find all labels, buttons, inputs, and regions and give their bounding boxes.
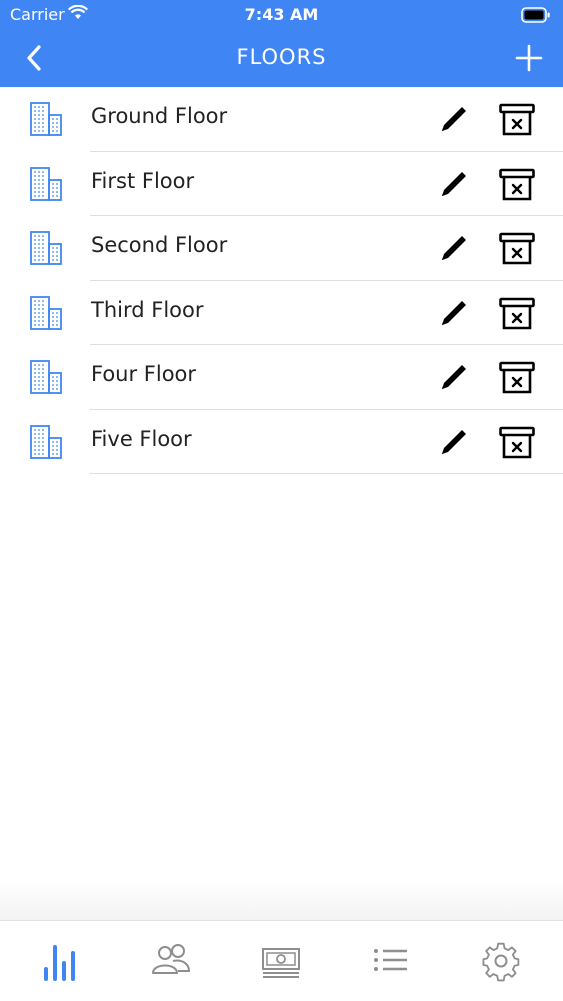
status-bar: Carrier 7:43 AM <box>0 0 563 30</box>
edit-floor-button[interactable] <box>436 426 470 460</box>
page-title: FLOORS <box>236 45 327 69</box>
delete-floor-button[interactable] <box>498 424 536 462</box>
floor-row[interactable]: Third Floor <box>0 281 563 345</box>
pencil-icon <box>436 236 470 270</box>
trash-x-icon <box>498 103 536 143</box>
row-divider <box>90 473 563 474</box>
floor-name: Third Floor <box>91 297 204 322</box>
tab-money[interactable] <box>261 939 301 983</box>
trash-x-icon <box>498 426 536 466</box>
floor-row[interactable]: First Floor <box>0 152 563 216</box>
plus-icon <box>515 44 543 72</box>
delete-floor-button[interactable] <box>498 166 536 204</box>
tab-users[interactable] <box>151 939 191 983</box>
users-icon <box>151 944 191 987</box>
delete-floor-button[interactable] <box>498 295 536 333</box>
floor-row[interactable]: Ground Floor <box>0 87 563 152</box>
floor-row[interactable]: Four Floor <box>0 345 563 410</box>
building-icon <box>28 166 64 206</box>
trash-x-icon <box>498 361 536 401</box>
pencil-icon <box>436 171 470 206</box>
tab-bar-shadow <box>0 880 563 920</box>
building-icon <box>28 295 64 335</box>
edit-floor-button[interactable] <box>436 103 470 137</box>
floor-row[interactable]: Five Floor <box>0 410 563 474</box>
floor-name: Second Floor <box>91 233 228 257</box>
tab-list[interactable] <box>371 939 411 983</box>
trash-x-icon <box>498 297 536 337</box>
floor-name: Five Floor <box>91 426 192 451</box>
bar-chart-icon <box>41 945 81 987</box>
floor-name: First Floor <box>91 168 195 193</box>
building-icon <box>28 101 64 141</box>
building-icon <box>28 230 64 270</box>
battery-icon <box>521 7 551 27</box>
tab-gear[interactable] <box>481 939 521 983</box>
nav-header: Carrier 7:43 AM FLOORS <box>0 0 563 87</box>
tab-bar <box>0 920 563 1001</box>
edit-floor-button[interactable] <box>436 297 470 331</box>
delete-floor-button[interactable] <box>498 230 536 268</box>
pencil-icon <box>436 300 470 335</box>
floor-name: Ground Floor <box>91 104 228 128</box>
trash-x-icon <box>498 168 536 208</box>
pencil-icon <box>436 107 470 141</box>
tab-bar-chart[interactable] <box>41 939 81 983</box>
money-icon <box>261 948 301 987</box>
delete-floor-button[interactable] <box>498 101 536 139</box>
pencil-icon <box>436 429 470 464</box>
add-floor-button[interactable] <box>515 44 543 72</box>
list-icon <box>371 949 411 987</box>
pencil-icon <box>436 365 470 399</box>
clock-label: 7:43 AM <box>244 5 319 24</box>
floor-name: Four Floor <box>91 362 197 386</box>
edit-floor-button[interactable] <box>436 232 470 266</box>
gear-icon <box>481 942 521 987</box>
building-icon <box>28 424 64 464</box>
floor-list: Ground Floor First Floor Second Floor Th… <box>0 87 563 474</box>
edit-floor-button[interactable] <box>436 168 470 202</box>
trash-x-icon <box>498 232 536 272</box>
edit-floor-button[interactable] <box>436 361 470 395</box>
building-icon <box>28 359 64 399</box>
delete-floor-button[interactable] <box>498 359 536 397</box>
floor-row[interactable]: Second Floor <box>0 216 563 281</box>
